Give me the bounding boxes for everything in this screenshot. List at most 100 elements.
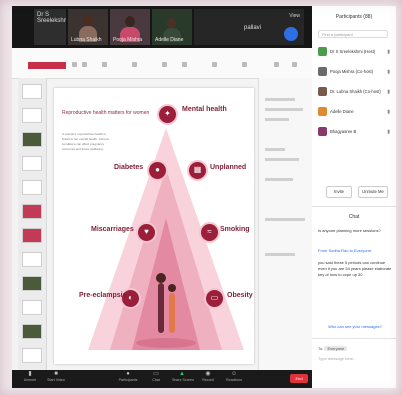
recipient-select[interactable]: Everyone — [324, 346, 348, 351]
unmute-button[interactable]: ▮ Unmute — [20, 371, 40, 382]
video-tile[interactable]: Dr S Sreelekshmi... — [34, 9, 66, 45]
participants-button[interactable]: ● Participants — [118, 371, 138, 382]
label-miscarriages: Miscarriages — [91, 226, 134, 233]
slide-thumbnail[interactable] — [22, 204, 42, 219]
ribbon-file-tab[interactable] — [28, 62, 66, 69]
ribbon-tool-icon[interactable] — [132, 62, 137, 67]
camera-icon: ■ — [54, 371, 58, 377]
microphone-icon: ▮ — [387, 89, 390, 95]
slide-thumbnail[interactable] — [22, 156, 42, 171]
slide-intro-text: A woman's reproductive health is linked … — [62, 132, 110, 151]
slide-thumbnail[interactable] — [22, 276, 42, 291]
participant-row[interactable]: Pooja Mishra (Co-host) ▮ — [318, 66, 392, 78]
unmute-me-button[interactable]: Unmute Me — [358, 186, 388, 198]
participant-row[interactable]: Dr S Sreelekshmi (Host) ▮ — [318, 46, 392, 58]
participant-row[interactable]: Bhagyasree B ▮ — [318, 126, 392, 138]
people-icon: ● — [126, 371, 130, 377]
ribbon-tool-icon[interactable] — [274, 62, 279, 67]
microphone-icon: ▮ — [387, 69, 390, 75]
person-head — [167, 18, 176, 28]
who-can-see-link[interactable]: Who can see your messages? — [318, 324, 392, 330]
video-tile[interactable]: Adelle Diane — [152, 9, 192, 45]
pane-row — [265, 178, 293, 181]
ribbon-tool-icon[interactable] — [82, 62, 87, 67]
chat-message: you said these 5 periods can continue ev… — [318, 260, 392, 277]
participant-row[interactable]: Dr. Lubna Shaikh (Co-host) ▮ — [318, 86, 392, 98]
figure-head — [168, 284, 176, 292]
figure-woman — [158, 283, 164, 333]
microphone-icon: ▮ — [387, 49, 390, 55]
pane-row — [265, 148, 285, 151]
ribbon-tool-icon[interactable] — [102, 62, 107, 67]
glucose-icon: ● — [147, 160, 168, 181]
slide-thumbnail[interactable] — [22, 300, 42, 315]
record-icon: ◉ — [205, 371, 211, 377]
divider — [312, 206, 396, 207]
slide-thumbnail[interactable] — [22, 228, 42, 243]
avatar — [318, 87, 327, 96]
label-diabetes: Diabetes — [114, 164, 144, 171]
avatar — [318, 127, 327, 136]
label-pre-eclampsia: Pre-eclampsia — [79, 292, 127, 299]
pane-row — [265, 118, 289, 121]
chat-message: Is anyone planning more sessions? — [318, 228, 381, 233]
avatar — [318, 67, 327, 76]
share-screen-button[interactable]: ▲ Share Screen — [172, 371, 194, 382]
pane-row — [265, 253, 295, 256]
microphone-icon: ▮ — [28, 371, 32, 377]
slide-thumbnail[interactable] — [22, 180, 42, 195]
ribbon-tool-icon[interactable] — [292, 62, 297, 67]
participant-search-input[interactable]: Find a participant — [318, 30, 388, 38]
share-icon: ▲ — [179, 371, 185, 377]
participant-name: Adelle Diane — [155, 37, 184, 43]
brain-icon: ✦ — [157, 104, 178, 125]
slide-thumbnail[interactable] — [22, 324, 42, 339]
scale-icon: ▭ — [204, 288, 225, 309]
cigarette-icon: ≈ — [199, 222, 220, 243]
slide-thumbnail[interactable] — [22, 132, 42, 147]
ribbon-tool-icon[interactable] — [212, 62, 217, 67]
pyramid-base — [136, 338, 196, 348]
chat-icon: ▭ — [153, 371, 159, 377]
ppt-ribbon — [12, 48, 312, 79]
chat-input[interactable]: Type message here... — [318, 356, 356, 361]
label-mental-health: Mental health — [182, 106, 227, 113]
view-toggle[interactable]: View — [289, 13, 300, 19]
start-video-button[interactable]: ■ Start Video — [46, 371, 66, 382]
slide-thumbnail[interactable] — [22, 108, 42, 123]
pane-row — [265, 98, 295, 101]
pane-row — [265, 108, 303, 111]
participant-name: Lubna Shaikh — [71, 37, 102, 43]
zoom-window: Dr S Sreelekshmi... Lubna Shaikh Pooja M… — [12, 6, 396, 388]
slide-thumbnails — [18, 78, 47, 370]
ribbon-tool-icon[interactable] — [182, 62, 187, 67]
record-button[interactable]: ◉ Record — [198, 371, 218, 382]
slide-thumbnail[interactable] — [22, 348, 42, 363]
side-panel: Participants (88) Find a participant Dr … — [312, 6, 396, 388]
avatar — [318, 107, 327, 116]
slide-canvas: Reproductive health matters for women A … — [54, 88, 254, 364]
reactions-button[interactable]: ☺ Reactions — [224, 371, 244, 382]
ribbon-tool-icon[interactable] — [242, 62, 247, 67]
microphone-icon: ▮ — [387, 129, 390, 135]
chat-title: Chat — [348, 214, 360, 220]
ribbon-tool-icon[interactable] — [72, 62, 77, 67]
invite-button[interactable]: Invite — [326, 186, 352, 198]
slide-thumbnail[interactable] — [22, 84, 42, 99]
chat-button[interactable]: ▭ Chat — [146, 371, 166, 382]
pane-row — [265, 218, 305, 221]
participant-name: Pooja Mishra — [113, 37, 143, 43]
video-tile[interactable]: Pooja Mishra — [110, 9, 150, 45]
person-head — [125, 16, 135, 27]
participant-row[interactable]: Adelle Diane ▮ — [318, 106, 392, 118]
ribbon-tool-icon[interactable] — [162, 62, 167, 67]
smiley-icon: ☺ — [231, 371, 238, 377]
end-meeting-button[interactable]: End — [290, 374, 308, 383]
slide-thumbnail[interactable] — [22, 252, 42, 267]
label-unplanned: Unplanned — [210, 164, 247, 171]
figure-child — [169, 293, 175, 333]
video-tile[interactable]: Lubna Shaikh — [68, 9, 108, 45]
calendar-icon: ▦ — [187, 160, 208, 181]
format-pane — [258, 78, 313, 370]
video-tile[interactable]: pallavi View — [194, 9, 304, 45]
